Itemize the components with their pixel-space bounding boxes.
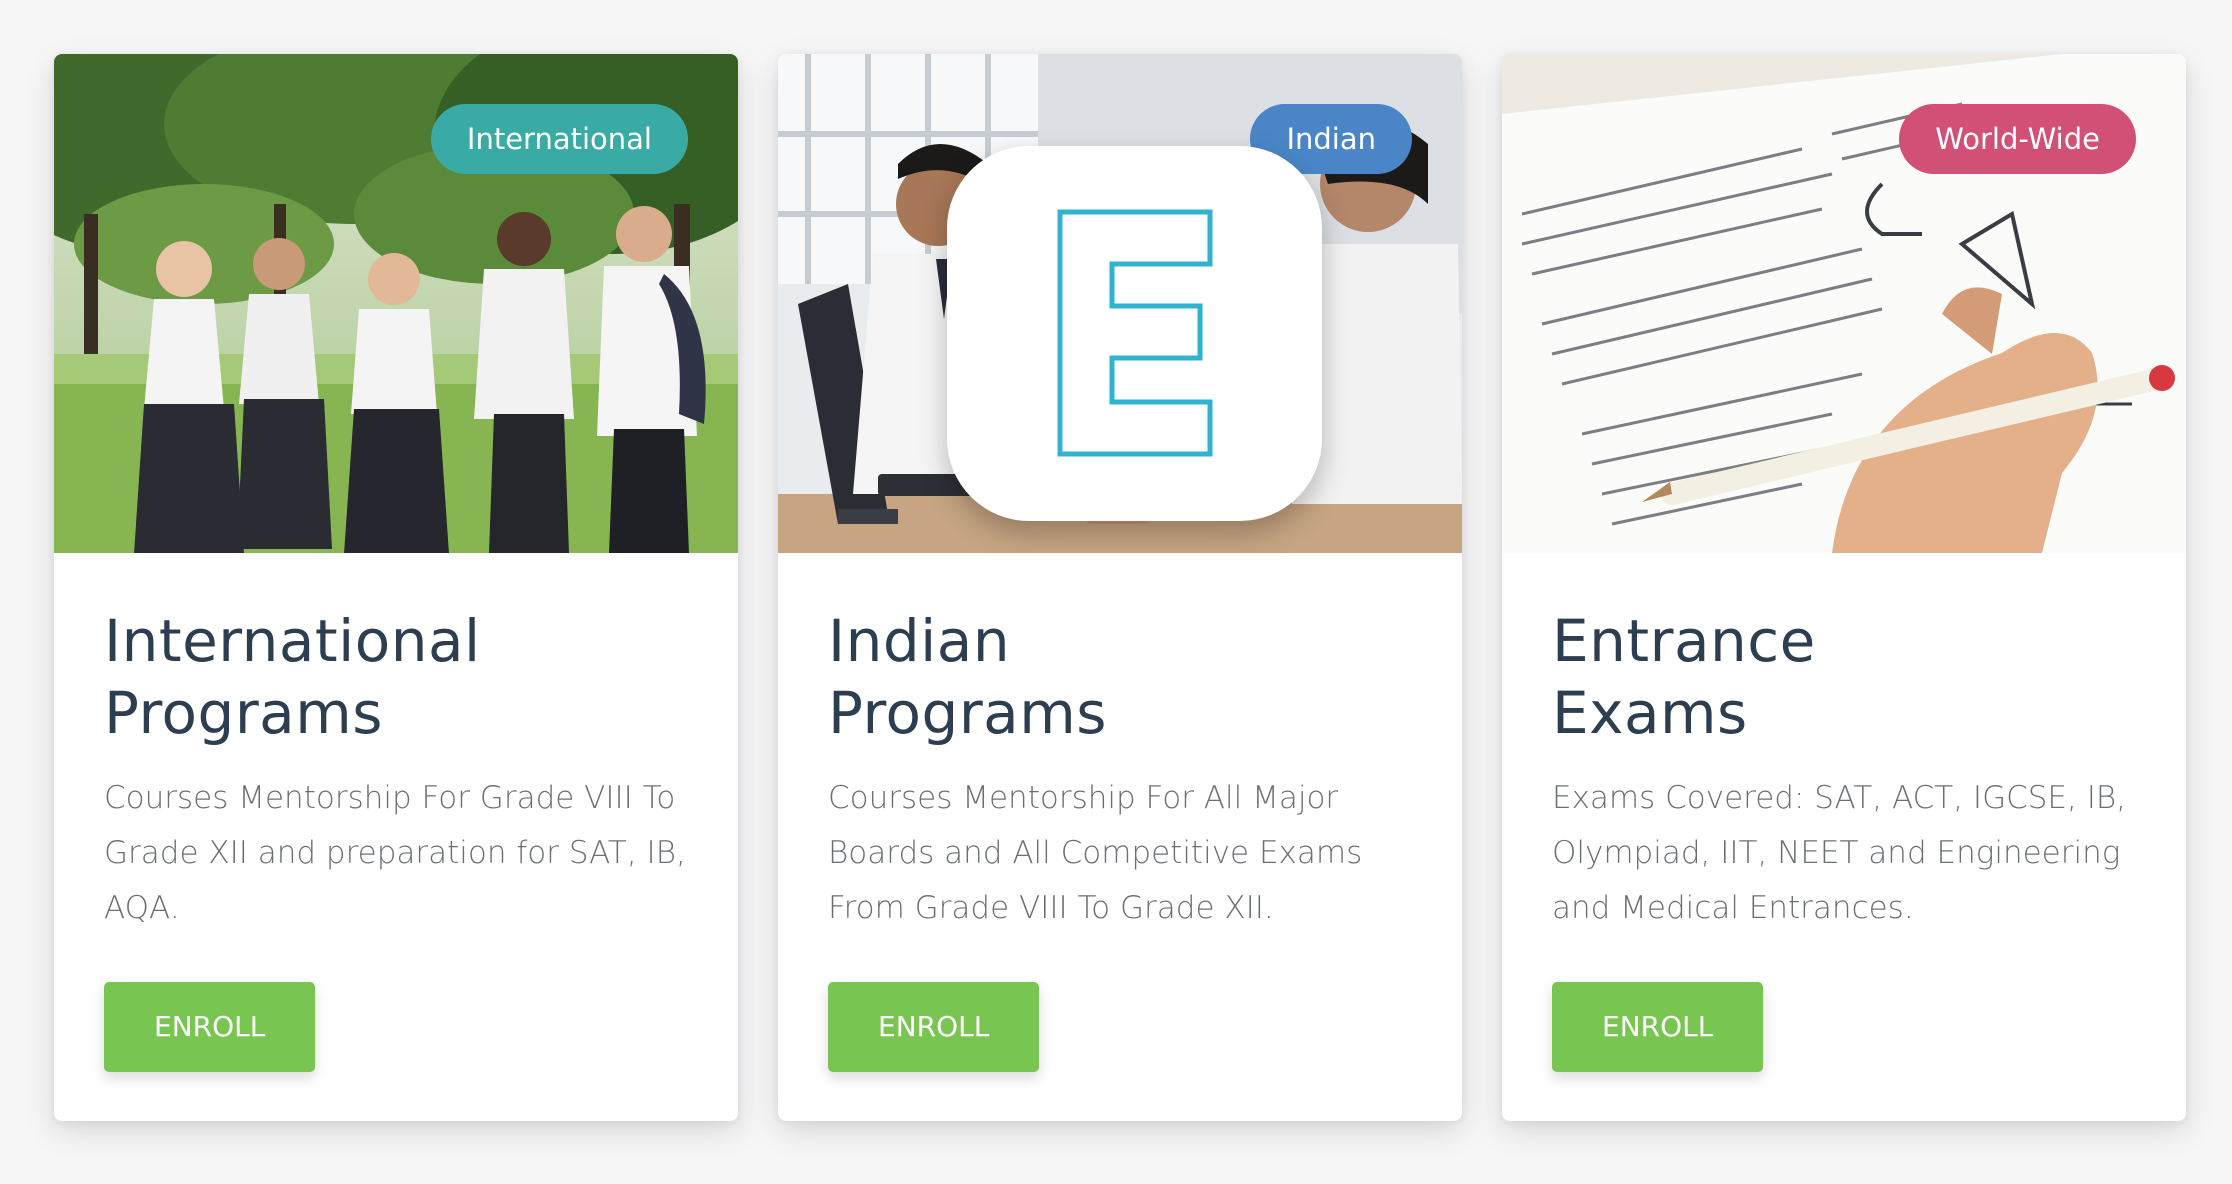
card-entrance-exams: World-Wide Entrance Exams Exams Covered:… [1502,54,2186,1121]
card-image-classroom: Indian [778,54,1462,553]
card-image-exam: World-Wide [1502,54,2186,553]
card-indian-programs: Indian Indian Programs Courses Mentorshi… [778,54,1462,1121]
program-cards: International International Programs Cou… [54,54,2186,1121]
e-app-icon [947,146,1322,521]
card-title: Entrance Exams [1552,605,2136,749]
category-badge: International [430,104,688,174]
card-body: International Programs Courses Mentorshi… [54,553,738,936]
card-title: International Programs [104,605,688,749]
card-image-students: International [54,54,738,553]
card-body: Indian Programs Courses Mentorship For A… [778,553,1462,936]
enroll-button[interactable]: ENROLL [1552,982,1764,1072]
e-logo-icon [1057,209,1213,457]
card-title-line2: Exams [1552,679,1748,747]
card-international-programs: International International Programs Cou… [54,54,738,1121]
card-description: Courses Mentorship For Grade VIII To Gra… [104,780,686,926]
category-badge: World-Wide [1899,104,2136,174]
card-title-line1: Entrance [1552,607,1816,675]
card-title-line1: International [104,607,481,675]
card-description: Courses Mentorship For All Major Boards … [828,780,1363,926]
card-title: Indian Programs [828,605,1412,749]
card-title-line2: Programs [828,679,1107,747]
card-title-line1: Indian [828,607,1011,675]
enroll-button[interactable]: ENROLL [104,982,316,1072]
card-description: Exams Covered: SAT, ACT, IGCSE, IB, Olym… [1552,780,2126,926]
enroll-button[interactable]: ENROLL [828,982,1040,1072]
card-title-line2: Programs [104,679,383,747]
card-body: Entrance Exams Exams Covered: SAT, ACT, … [1502,553,2186,936]
